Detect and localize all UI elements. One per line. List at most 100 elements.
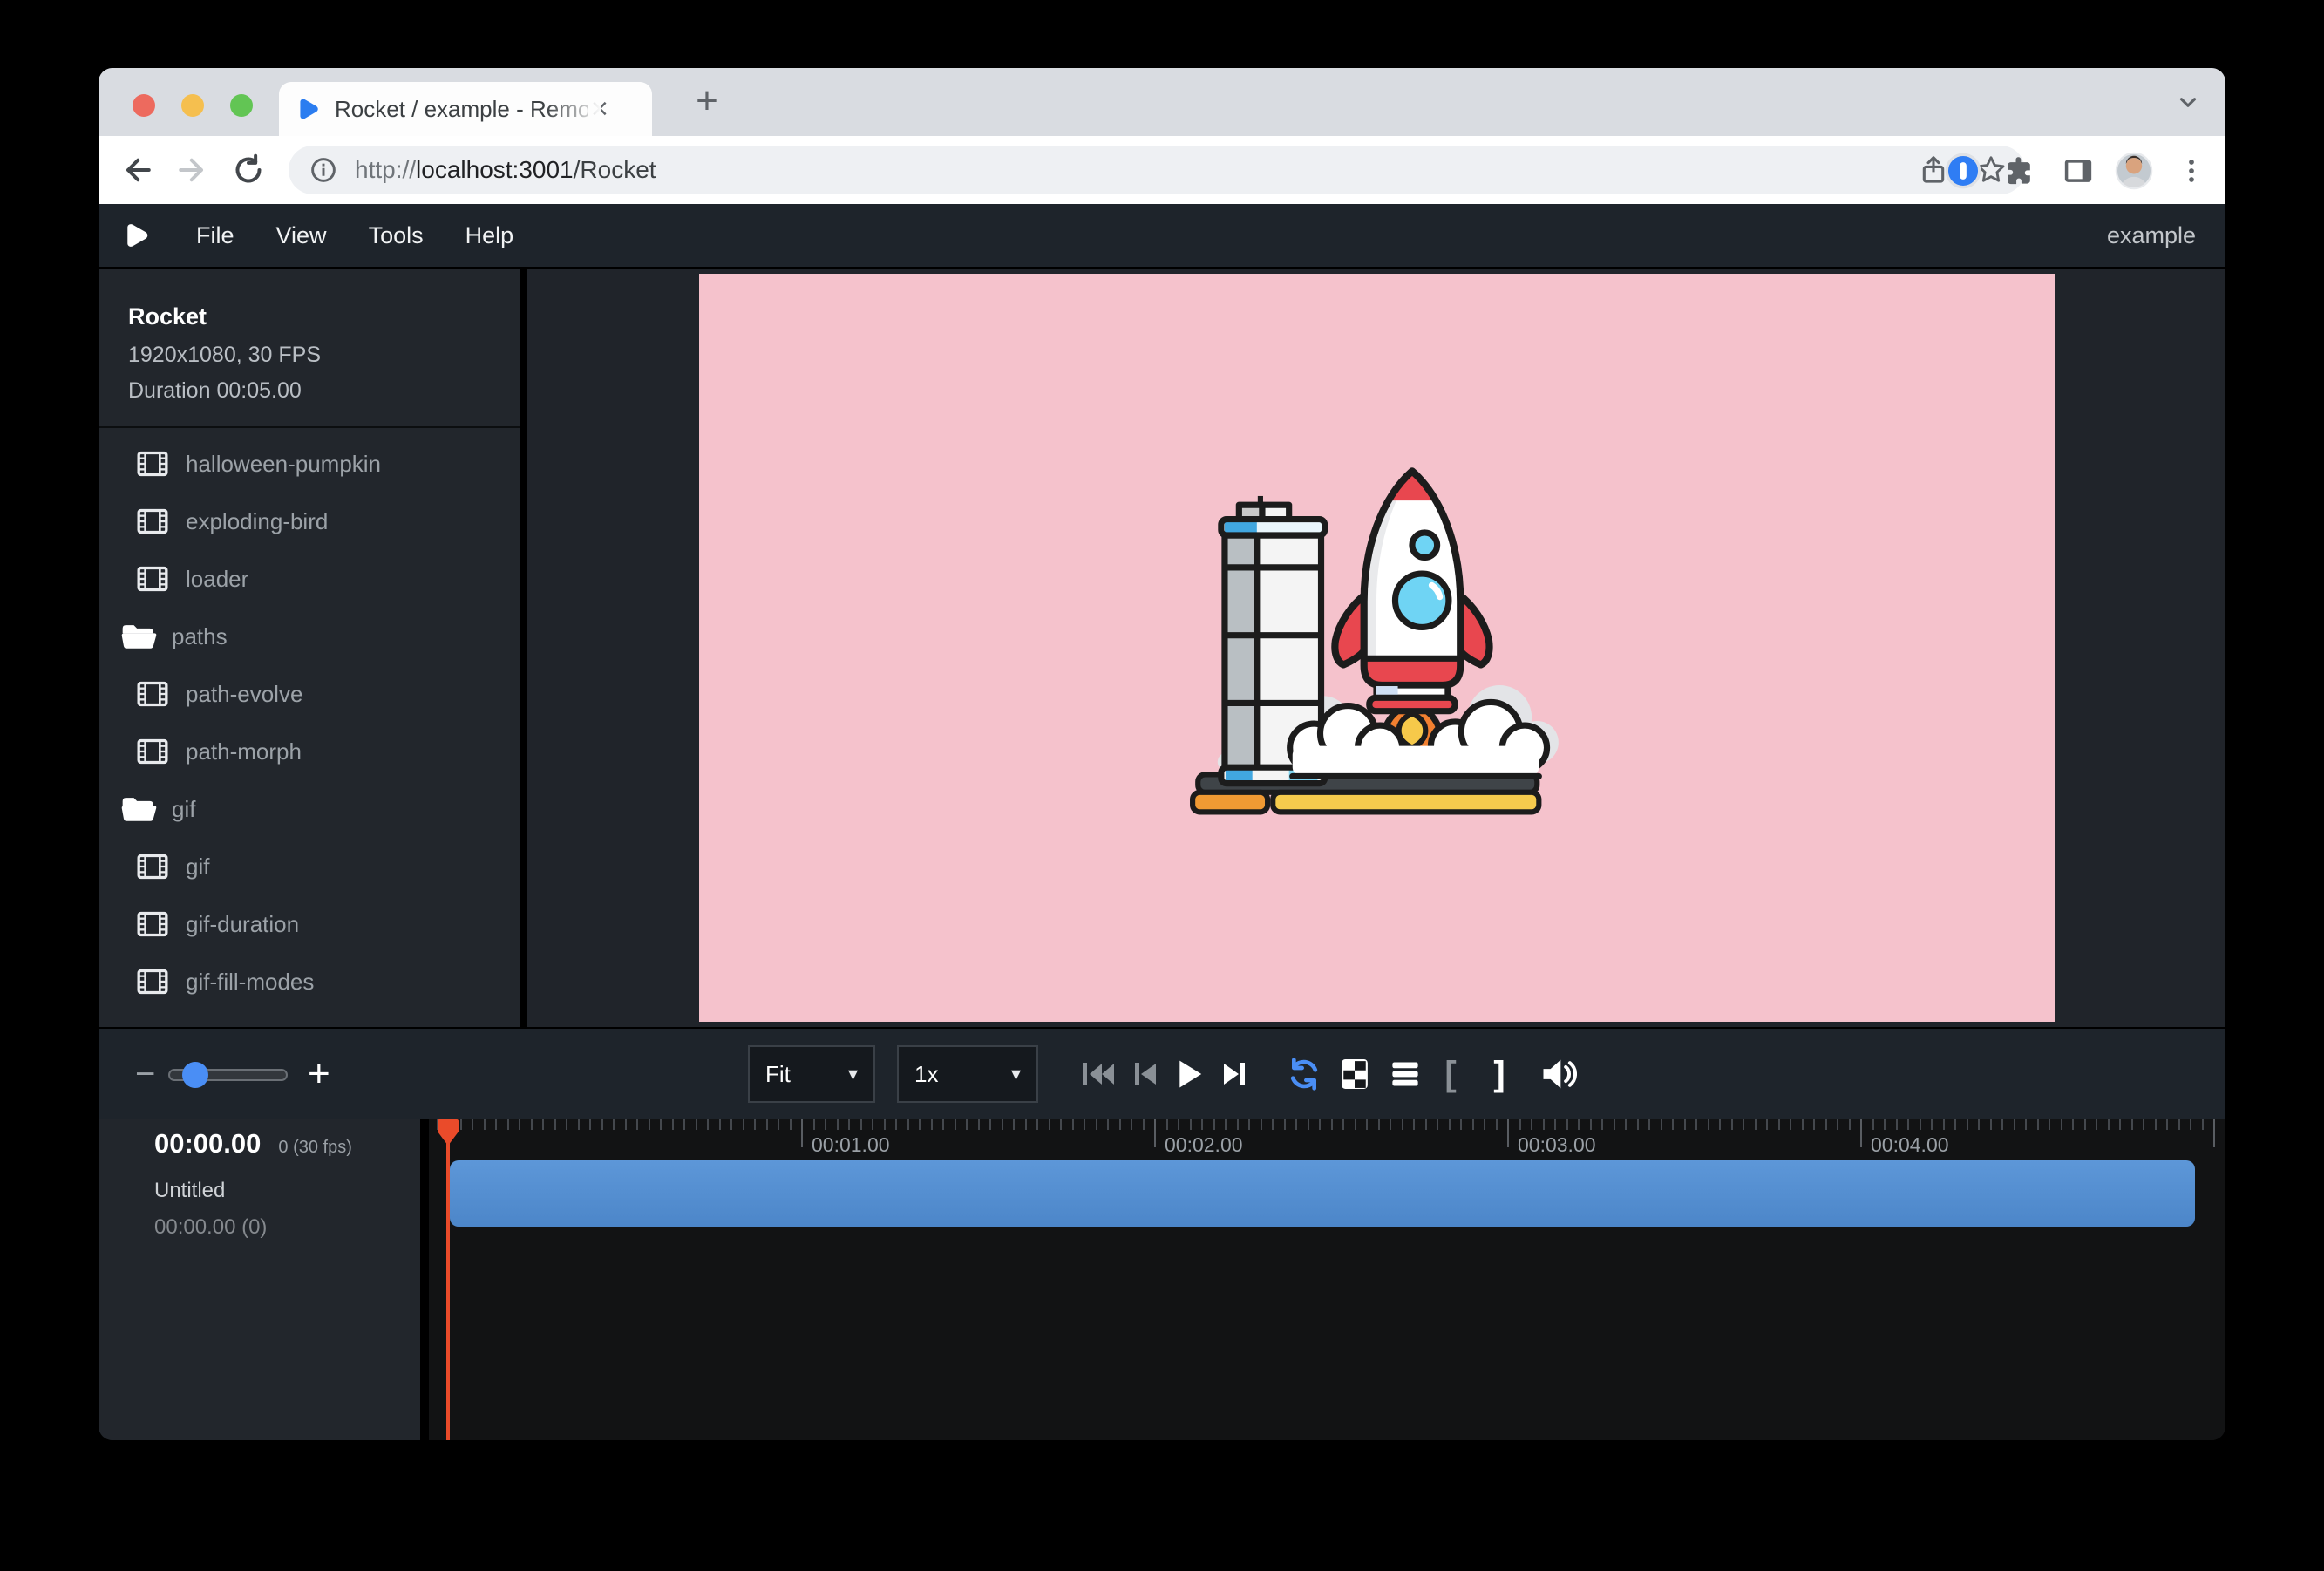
ruler-tick [1213, 1119, 1215, 1130]
film-icon [133, 504, 172, 539]
sidebar-item-label: loader [186, 566, 248, 593]
sidebar-item-gif-fill-modes[interactable]: gif-fill-modes [99, 953, 520, 1010]
timeline-tracks[interactable]: 00:01.0000:02.0000:03.0000:04.00 [429, 1119, 2225, 1440]
play-button[interactable] [1169, 1055, 1209, 1093]
film-icon [133, 964, 172, 999]
ruler-tick [1131, 1119, 1132, 1130]
ruler-tick [1072, 1119, 1074, 1130]
preview-canvas[interactable] [699, 274, 2055, 1022]
sidebar-item-halloween-pumpkin[interactable]: halloween-pumpkin [99, 435, 520, 493]
sidebar-item-gif[interactable]: gif [99, 780, 520, 838]
menu-tools[interactable]: Tools [348, 222, 445, 249]
minimize-window-button[interactable] [181, 94, 204, 117]
menu-view[interactable]: View [255, 222, 348, 249]
film-icon [133, 561, 172, 596]
reload-icon[interactable] [229, 151, 268, 189]
fullscreen-window-button[interactable] [230, 94, 253, 117]
tab-search-chevron-icon[interactable] [2175, 89, 2201, 115]
playhead-marker[interactable] [437, 1119, 459, 1146]
side-panel-icon[interactable] [2058, 151, 2098, 191]
ruler-tick [1813, 1119, 1815, 1130]
extensions-puzzle-icon[interactable] [1999, 151, 2039, 191]
zoom-in-button[interactable]: + [308, 1029, 330, 1119]
url-scheme: http:// [355, 156, 416, 183]
caret-down-icon: ▾ [848, 1063, 858, 1085]
in-point-button[interactable]: [ [1430, 1055, 1471, 1093]
new-tab-button[interactable]: + [684, 78, 730, 124]
film-icon [133, 907, 172, 942]
ruler-tick [1695, 1119, 1697, 1130]
sidebar-item-loader[interactable]: loader [99, 550, 520, 608]
ruler-tick [1672, 1119, 1674, 1130]
back-icon[interactable] [118, 151, 156, 189]
ruler-tick [2155, 1119, 2157, 1130]
browser-menu-kebab-icon[interactable] [2171, 151, 2212, 191]
next-frame-button[interactable] [1214, 1055, 1254, 1093]
sidebar-item-gif-duration[interactable]: gif-duration [99, 895, 520, 953]
ruler-tick [1366, 1119, 1368, 1130]
ruler-tick [1766, 1119, 1768, 1130]
menu-help[interactable]: Help [445, 222, 535, 249]
site-info-icon[interactable] [308, 154, 339, 186]
playback-speed-dropdown[interactable]: 1x ▾ [897, 1045, 1038, 1103]
sidebar-divider[interactable] [520, 269, 527, 1027]
jump-to-start-button[interactable] [1080, 1055, 1120, 1093]
previous-frame-button[interactable] [1125, 1055, 1165, 1093]
sidebar-item-paths[interactable]: paths [99, 608, 520, 665]
sidebar-item-exploding-bird[interactable]: exploding-bird [99, 493, 520, 550]
zoom-slider-knob[interactable] [182, 1062, 208, 1088]
sidebar-item-label: gif-fill-modes [186, 969, 314, 996]
zoom-out-button[interactable]: − [135, 1029, 155, 1119]
ruler-tick [1954, 1119, 1956, 1130]
speed-dropdown-value: 1x [914, 1061, 938, 1088]
transparency-checkerboard-icon[interactable] [1335, 1055, 1375, 1093]
sidebar-item-gif[interactable]: gif [99, 838, 520, 895]
ruler-tick [1107, 1119, 1109, 1130]
url-text[interactable]: http://localhost:3001/Rocket [355, 156, 656, 184]
close-window-button[interactable] [133, 94, 155, 117]
size-dropdown[interactable]: Fit ▾ [748, 1045, 875, 1103]
profile-avatar[interactable] [2114, 151, 2154, 191]
ruler-tick [2143, 1119, 2144, 1130]
sidebar-item-path-morph[interactable]: path-morph [99, 723, 520, 780]
ruler-tick [531, 1119, 533, 1130]
menu-file[interactable]: File [175, 222, 255, 249]
ruler-tick [1920, 1119, 1921, 1130]
playhead-line[interactable] [446, 1119, 450, 1440]
zoom-slider[interactable] [168, 1069, 288, 1081]
sidebar-item-path-evolve[interactable]: path-evolve [99, 665, 520, 723]
ruler-tick [683, 1119, 685, 1130]
ruler-tick [2072, 1119, 2074, 1130]
desktop-background: Rocket / example - Remotion Pr × + [0, 0, 2324, 1571]
sidebar-item-label: gif [172, 796, 195, 823]
ruler-tick [613, 1119, 615, 1130]
forward-icon[interactable] [173, 151, 212, 189]
ruler-label: 00:03.00 [1518, 1133, 1596, 1157]
out-point-button[interactable]: ] [1479, 1055, 1519, 1093]
timeline-info-panel: 00:00.00 0 (30 fps) Untitled 00:00.00 (0… [99, 1119, 420, 1440]
loop-toggle-icon[interactable] [1284, 1055, 1324, 1093]
film-icon [133, 446, 172, 481]
ruler-tick [2190, 1119, 2191, 1130]
ruler-tick [1378, 1119, 1380, 1130]
remotion-logo-icon[interactable] [121, 221, 151, 250]
onepassword-extension-icon[interactable] [1943, 151, 1983, 191]
ruler-tick [1143, 1119, 1145, 1130]
ruler-tick [507, 1119, 509, 1130]
sidebar-item-label: path-evolve [186, 681, 302, 708]
timeline-rows-icon[interactable] [1385, 1055, 1425, 1093]
timeline-track-bar[interactable] [450, 1160, 2195, 1227]
ruler-label: 00:04.00 [1871, 1133, 1949, 1157]
browser-window: Rocket / example - Remotion Pr × + [99, 68, 2225, 1440]
ruler-tick [1272, 1119, 1274, 1130]
address-bar[interactable]: http://localhost:3001/Rocket [289, 146, 2025, 194]
composition-duration: Duration 00:05.00 [128, 378, 520, 404]
remotion-menu-bar: File View Tools Help example [99, 204, 2225, 269]
volume-icon[interactable] [1539, 1055, 1579, 1093]
tab-strip: Rocket / example - Remotion Pr × + [99, 68, 2225, 136]
browser-tab[interactable]: Rocket / example - Remotion Pr × [279, 82, 652, 136]
ruler-tick [1825, 1119, 1827, 1130]
current-time-display: 00:00.00 [154, 1128, 261, 1160]
ruler-label: 00:01.00 [812, 1133, 890, 1157]
browser-toolbar: http://localhost:3001/Rocket [99, 136, 2225, 204]
